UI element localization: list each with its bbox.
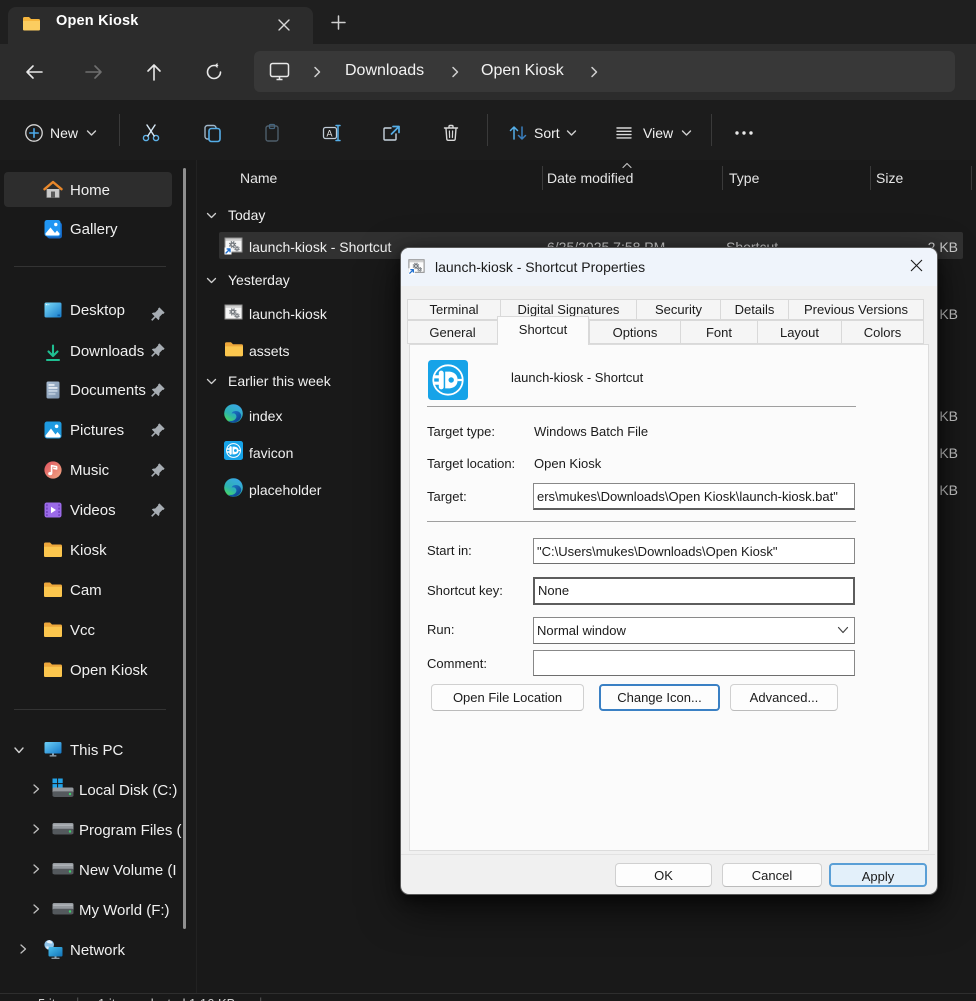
svg-text:A: A (327, 129, 333, 139)
